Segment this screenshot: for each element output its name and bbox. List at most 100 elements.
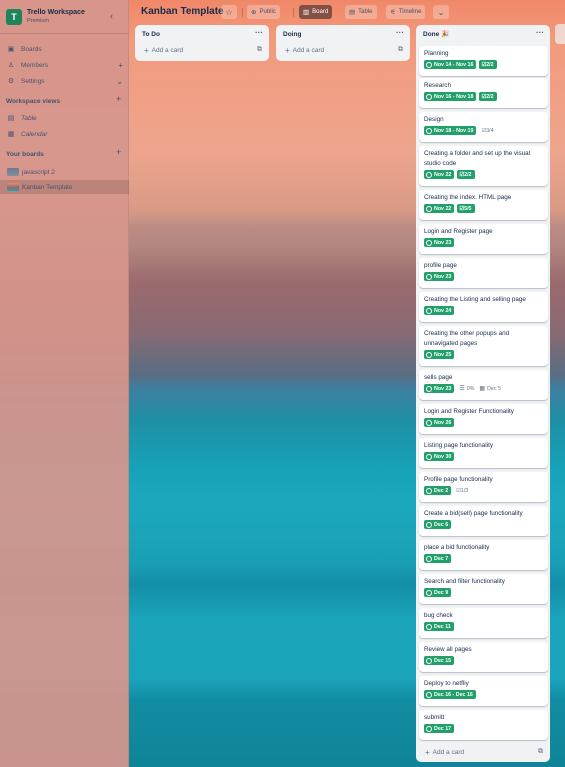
due-date-badge[interactable]: Dec 15 bbox=[424, 656, 455, 665]
collapse-sidebar-icon[interactable]: ‹ bbox=[110, 11, 113, 21]
checklist-count: 2/2 bbox=[486, 61, 494, 68]
checklist-badge: ☑ 3/4 bbox=[479, 126, 496, 135]
checklist-count: 5/5 bbox=[464, 205, 472, 212]
due-date-badge[interactable]: Dec 9 bbox=[424, 588, 452, 597]
card-template-icon[interactable]: ⧉ bbox=[398, 46, 403, 54]
due-date-badge[interactable]: Dec 11 bbox=[424, 622, 454, 631]
card-title: Listing page functionality bbox=[424, 442, 493, 449]
checklist-badge: ☑ 2/2 bbox=[479, 60, 497, 69]
card-title: profile page bbox=[424, 262, 457, 269]
card-badges: Nov 18 - Nov 19 ☑ 3/4 bbox=[424, 126, 543, 135]
due-date-badge[interactable]: Dec 6 bbox=[424, 520, 452, 529]
card-template-icon[interactable]: ⧉ bbox=[257, 46, 262, 54]
board-title[interactable]: Kanban Template bbox=[141, 6, 224, 17]
card[interactable]: sells page Nov 23 ☰ 0% ▦ Dec 5 bbox=[419, 370, 548, 400]
clock-icon bbox=[426, 691, 432, 698]
view-table-button[interactable]: ▤ Table bbox=[345, 5, 377, 19]
card[interactable]: Research Nov 16 - Nov 18 ☑ 2/2 bbox=[419, 78, 548, 108]
card-title: Review all pages bbox=[424, 646, 472, 653]
card-badges: Dec 7 bbox=[424, 554, 543, 563]
sidebar-item-boards[interactable]: ▣ Boards bbox=[0, 42, 129, 56]
due-date-badge[interactable]: Nov 23 bbox=[424, 384, 455, 393]
due-date-badge[interactable]: Nov 18 - Nov 19 bbox=[424, 126, 477, 135]
due-date-badge[interactable]: Dec 16 - Dec 16 bbox=[424, 690, 476, 699]
list-header[interactable]: Doing ··· bbox=[276, 25, 410, 43]
card[interactable]: Listing page functionality Nov 30 bbox=[419, 438, 548, 468]
add-card-button[interactable]: + Add a card ⧉ bbox=[135, 43, 269, 57]
card-badges: Dec 15 bbox=[424, 656, 543, 665]
card[interactable]: Deploy to netfliy Dec 16 - Dec 16 bbox=[419, 676, 548, 706]
card[interactable]: Creating the index. HTML page Nov 22 ☑ 5/5 bbox=[419, 190, 548, 220]
add-card-button[interactable]: + Add a card ⧉ bbox=[276, 43, 410, 57]
card[interactable]: Creating a folder and set up the visual … bbox=[419, 146, 548, 186]
due-date-label: Dec 11 bbox=[434, 623, 451, 630]
card[interactable]: Login and Register Functionality Nov 26 bbox=[419, 404, 548, 434]
add-card-label: Add a card bbox=[292, 46, 325, 54]
list-menu-icon[interactable]: ··· bbox=[536, 28, 544, 37]
due-date-badge[interactable]: Nov 14 - Nov 16 bbox=[424, 60, 477, 69]
star-button[interactable]: ☆ bbox=[221, 5, 237, 19]
sidebar-board-javascript[interactable]: javascript 2 bbox=[0, 165, 129, 179]
visibility-button[interactable]: ⊕ Public bbox=[247, 5, 280, 19]
sidebar-item-calendar[interactable]: ▦ Calendar bbox=[0, 127, 129, 141]
sidebar-item-label: javascript 2 bbox=[22, 168, 55, 176]
due-date-badge[interactable]: Nov 25 bbox=[424, 350, 455, 359]
list-menu-icon[interactable]: ··· bbox=[255, 28, 263, 37]
due-date-badge[interactable]: Dec 17 bbox=[424, 724, 455, 733]
card-title: Login and Register page bbox=[424, 228, 493, 235]
card[interactable]: Create a bid(sell) page functionality Dec… bbox=[419, 506, 548, 536]
add-board-icon[interactable]: + bbox=[116, 147, 121, 157]
sidebar-item-table[interactable]: ▤ Table bbox=[0, 111, 129, 125]
checklist-badge: ☑ 5/5 bbox=[457, 204, 475, 213]
sidebar-item-settings[interactable]: ⚙ Settings ⌄ bbox=[0, 74, 129, 88]
card-title: Profile page functionality bbox=[424, 476, 493, 483]
due-date-badge[interactable]: Dec 2 bbox=[424, 486, 452, 495]
add-member-icon[interactable]: + bbox=[118, 61, 123, 70]
due-date-label: Nov 23 bbox=[434, 273, 452, 280]
due-date-badge[interactable]: Nov 16 - Nov 18 bbox=[424, 92, 477, 101]
card[interactable]: Design Nov 18 - Nov 19 ☑ 3/4 bbox=[419, 112, 548, 142]
list-menu-icon[interactable]: ··· bbox=[396, 28, 404, 37]
card[interactable]: profile page Nov 23 bbox=[419, 258, 548, 288]
board-icon: ▣ bbox=[7, 46, 15, 53]
view-timeline-button[interactable]: ⚟ Timeline bbox=[386, 5, 426, 19]
more-views-button[interactable]: ⌄ bbox=[433, 5, 449, 19]
due-date-badge[interactable]: Nov 23 bbox=[424, 238, 455, 247]
due-date-badge[interactable]: Nov 24 bbox=[424, 306, 455, 315]
card[interactable]: place a bid functionality Dec 7 bbox=[419, 540, 548, 570]
due-date-badge[interactable]: Nov 30 bbox=[424, 452, 455, 461]
sidebar-item-members[interactable]: ♙ Members + bbox=[0, 58, 129, 72]
due-date-label: Nov 23 bbox=[434, 385, 452, 392]
clock-icon bbox=[426, 127, 432, 134]
card[interactable]: Review all pages Dec 15 bbox=[419, 642, 548, 672]
list-header[interactable]: To Do ··· bbox=[135, 25, 269, 43]
card[interactable]: Planning Nov 14 - Nov 16 ☑ 2/2 bbox=[419, 46, 548, 76]
card-badges: Dec 16 - Dec 16 bbox=[424, 690, 543, 699]
add-card-button[interactable]: + Add a card ⧉ bbox=[416, 745, 550, 759]
card[interactable]: Creating the Listing and selling page Nov… bbox=[419, 292, 548, 322]
due-date-badge[interactable]: Nov 22 bbox=[424, 170, 455, 179]
sidebar-board-kanban[interactable]: Kanban Template bbox=[0, 180, 129, 194]
list-header[interactable]: Done 🎉 ··· bbox=[416, 25, 550, 43]
workspace-header[interactable]: T Trello Workspace Premium ‹ bbox=[0, 0, 128, 34]
chevron-down-icon: ⌄ bbox=[437, 7, 445, 17]
due-date-label: Dec 7 bbox=[434, 555, 449, 562]
checklist-count: 2/2 bbox=[464, 171, 472, 178]
card[interactable]: Creating the other popups and unnavigate… bbox=[419, 326, 548, 366]
view-board-button[interactable]: ▥ Board bbox=[299, 5, 333, 19]
card[interactable]: Login and Register page Nov 23 bbox=[419, 224, 548, 254]
due-date-badge[interactable]: Nov 23 bbox=[424, 272, 455, 281]
card[interactable]: Profile page functionality Dec 2 ☑ 1/3 bbox=[419, 472, 548, 502]
card[interactable]: submitt Dec 17 bbox=[419, 710, 548, 740]
card[interactable]: bug check Dec 11 bbox=[419, 608, 548, 638]
card[interactable]: Search and filter functionality Dec 9 bbox=[419, 574, 548, 604]
next-list-edge bbox=[555, 24, 565, 44]
due-date-badge[interactable]: Dec 7 bbox=[424, 554, 452, 563]
due-date-badge[interactable]: Nov 26 bbox=[424, 418, 455, 427]
card-title: Deploy to netfliy bbox=[424, 680, 469, 687]
due-date-label: Dec 2 bbox=[434, 487, 449, 494]
add-view-icon[interactable]: + bbox=[116, 94, 121, 104]
card-template-icon[interactable]: ⧉ bbox=[538, 748, 543, 756]
card-badges: Nov 22 ☑ 5/5 bbox=[424, 204, 543, 213]
due-date-badge[interactable]: Nov 22 bbox=[424, 204, 455, 213]
